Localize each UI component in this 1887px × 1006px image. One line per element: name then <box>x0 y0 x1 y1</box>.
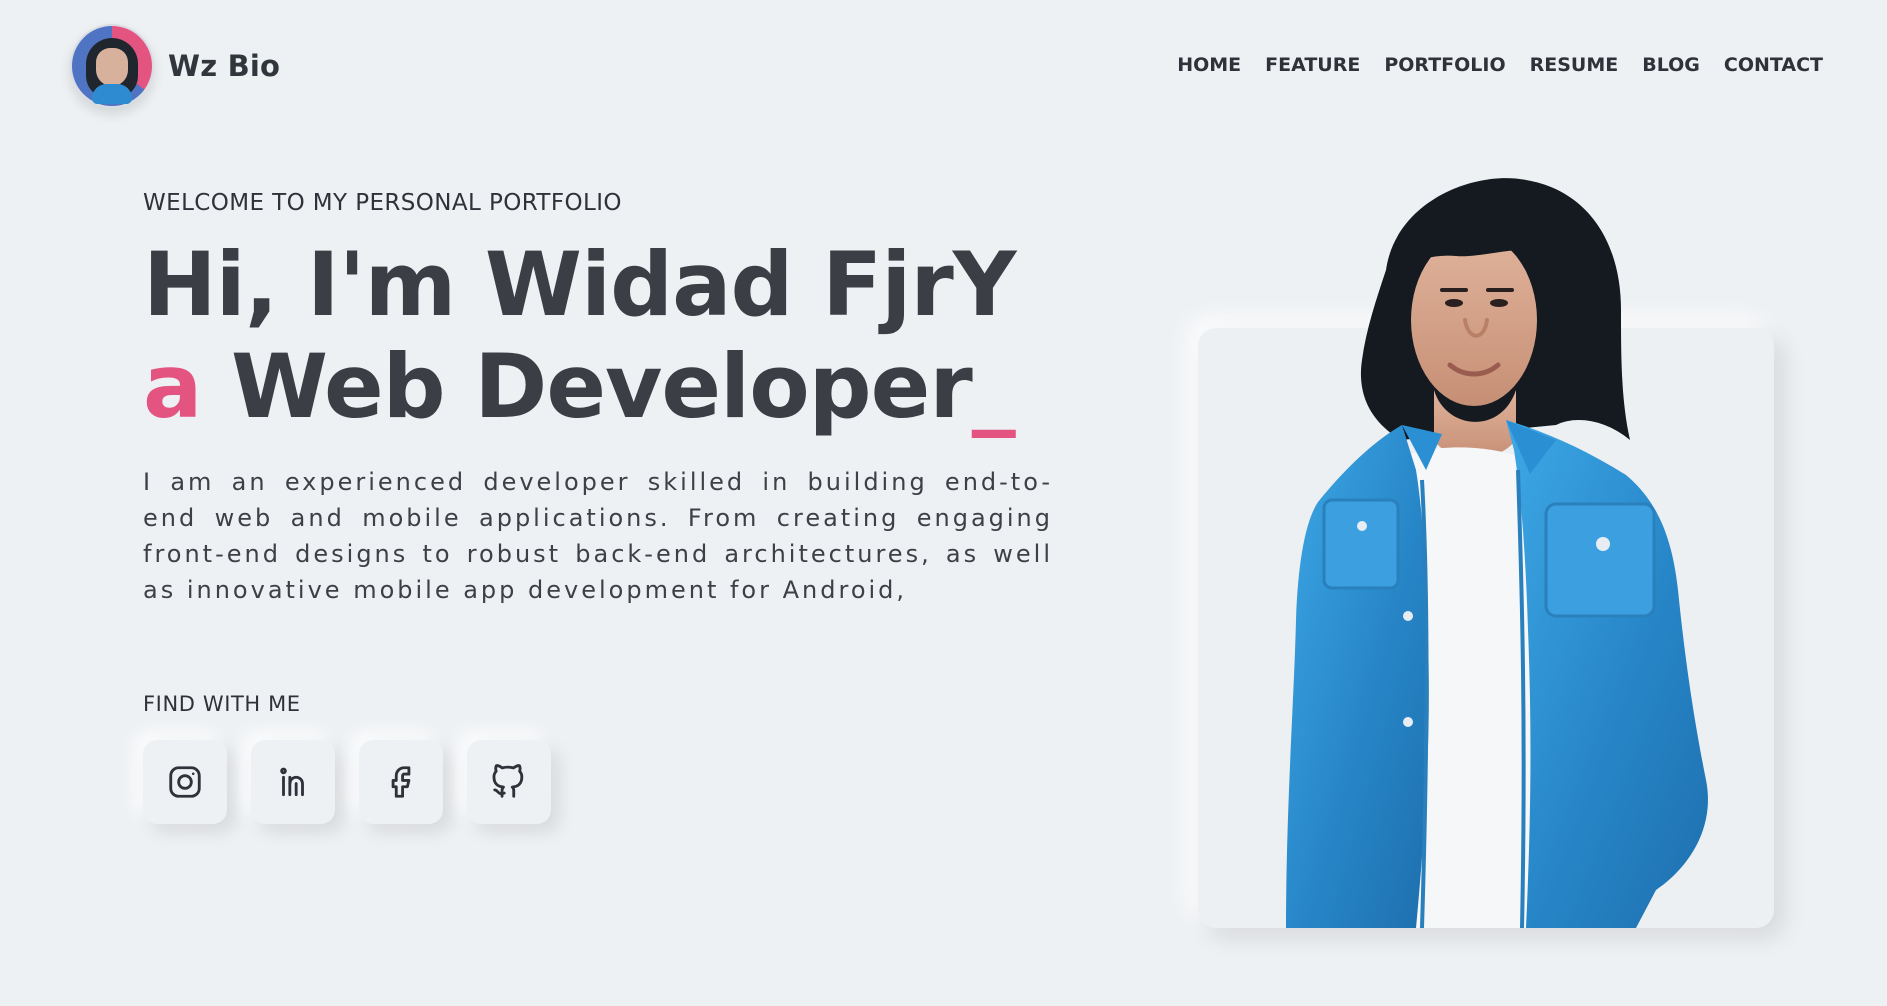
avatar <box>70 24 154 108</box>
nav-blog[interactable]: BLOG <box>1642 54 1700 76</box>
social-links <box>143 740 1053 824</box>
linkedin-link[interactable] <box>251 740 335 824</box>
nav-resume[interactable]: RESUME <box>1530 54 1619 76</box>
hero-title-line2: a Web Developer_ <box>143 336 1053 438</box>
portrait-image <box>1286 178 1708 928</box>
avatar-shirt <box>92 84 132 104</box>
avatar-face <box>96 48 128 86</box>
hero-description: I am an experienced developer skilled in… <box>143 468 1053 604</box>
hero-title-line1: Hi, I'm Widad FjrY <box>143 233 1017 336</box>
hero-title-role: Web Developer <box>231 335 973 438</box>
linkedin-icon <box>280 767 304 797</box>
main-nav: HOME FEATURE PORTFOLIO RESUME BLOG CONTA… <box>1177 54 1823 76</box>
hero-title-accent: a <box>143 335 202 438</box>
brand-name[interactable]: Wz Bio <box>168 49 280 83</box>
site-header: Wz Bio HOME FEATURE PORTFOLIO RESUME BLO… <box>0 0 1887 132</box>
facebook-icon <box>391 766 411 798</box>
hero-title: Hi, I'm Widad FjrY a Web Developer_ <box>143 234 1053 438</box>
find-with-me-label: FIND WITH ME <box>143 692 301 716</box>
welcome-text: WELCOME TO MY PERSONAL PORTFOLIO <box>143 190 622 216</box>
nav-feature[interactable]: FEATURE <box>1265 54 1360 76</box>
facebook-link[interactable] <box>359 740 443 824</box>
hero-content: WELCOME TO MY PERSONAL PORTFOLIO Hi, I'm… <box>143 190 1053 824</box>
nav-home[interactable]: HOME <box>1177 54 1241 76</box>
github-icon <box>492 764 524 798</box>
github-link[interactable] <box>467 740 551 824</box>
typing-cursor: _ <box>971 335 1016 438</box>
nav-contact[interactable]: CONTACT <box>1724 54 1823 76</box>
nav-portfolio[interactable]: PORTFOLIO <box>1384 54 1505 76</box>
brand[interactable]: Wz Bio <box>70 24 280 108</box>
instagram-link[interactable] <box>143 740 227 824</box>
instagram-icon <box>169 766 201 798</box>
